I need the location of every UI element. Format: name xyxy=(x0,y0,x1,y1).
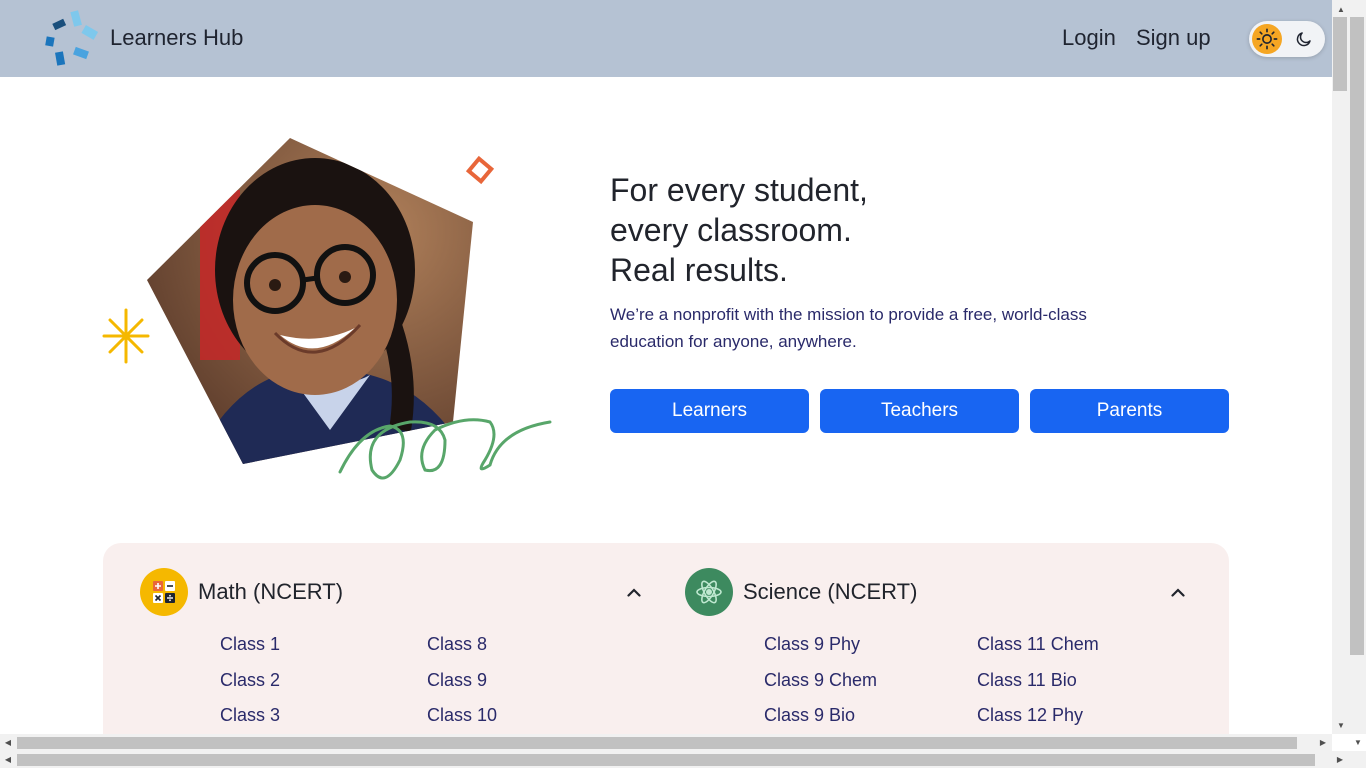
star-decoration xyxy=(102,308,150,364)
subject-title-science: Science (NCERT) xyxy=(743,579,918,604)
vertical-scrollbar-thumb[interactable] xyxy=(1350,17,1364,655)
class-link[interactable]: Class 2 xyxy=(220,670,280,691)
scroll-left-arrow-icon[interactable]: ◀ xyxy=(0,734,16,750)
class-link[interactable]: Class 3 xyxy=(220,705,280,726)
hero-title-line: every classroom. xyxy=(610,212,852,248)
student-photo xyxy=(147,138,473,464)
scroll-left-arrow-icon[interactable]: ◀ xyxy=(0,751,16,767)
moon-icon[interactable] xyxy=(1294,29,1314,49)
teachers-button[interactable]: Teachers xyxy=(820,389,1019,433)
atom-icon xyxy=(685,568,733,616)
class-link[interactable]: Class 9 Chem xyxy=(764,670,877,691)
calculator-icon xyxy=(140,568,188,616)
class-link[interactable]: Class 9 Phy xyxy=(764,634,860,655)
hero-title-line: Real results. xyxy=(610,252,788,288)
scroll-down-arrow-icon[interactable]: ▼ xyxy=(1350,734,1366,750)
site-header: Learners Hub Login Sign up xyxy=(0,0,1332,77)
class-link[interactable]: Class 1 xyxy=(220,634,280,655)
class-link[interactable]: Class 12 Phy xyxy=(977,705,1083,726)
subject-header-science[interactable]: Science (NCERT) xyxy=(685,568,917,616)
login-link[interactable]: Login xyxy=(1062,25,1116,51)
class-link[interactable]: Class 11 Bio xyxy=(977,670,1077,691)
vertical-scrollbar-thumb[interactable] xyxy=(1333,17,1347,91)
theme-toggle[interactable] xyxy=(1249,21,1325,57)
class-link[interactable]: Class 9 xyxy=(427,670,487,691)
hero-subtitle: We’re a nonprofit with the mission to pr… xyxy=(610,305,1087,351)
hero-title: For every student, every classroom. Real… xyxy=(610,170,1210,290)
class-link[interactable]: Class 8 xyxy=(427,634,487,655)
sun-icon[interactable] xyxy=(1252,24,1282,54)
horizontal-scrollbar-thumb[interactable] xyxy=(17,737,1297,749)
scroll-right-arrow-icon[interactable]: ▶ xyxy=(1315,734,1331,750)
parents-button[interactable]: Parents xyxy=(1030,389,1229,433)
subjects-panel: Math (NCERT) Class 1 Class 2 Class 3 Cla… xyxy=(103,543,1229,734)
class-link[interactable]: Class 11 Chem xyxy=(977,634,1099,655)
subject-header-math[interactable]: Math (NCERT) xyxy=(140,568,343,616)
learners-button[interactable]: Learners xyxy=(610,389,809,433)
hero-title-line: For every student, xyxy=(610,172,868,208)
page-viewport: Learners Hub Login Sign up For every stu… xyxy=(0,0,1332,734)
signup-link[interactable]: Sign up xyxy=(1136,25,1211,51)
class-link[interactable]: Class 10 xyxy=(427,705,497,726)
learners-hub-logo-icon[interactable] xyxy=(42,10,102,68)
scroll-right-arrow-icon[interactable]: ▶ xyxy=(1332,751,1348,767)
hero-illustration xyxy=(102,138,552,480)
scroll-down-arrow-icon[interactable]: ▼ xyxy=(1333,717,1349,733)
chevron-up-icon[interactable] xyxy=(625,583,643,601)
diamond-decoration xyxy=(465,155,495,185)
scroll-up-arrow-icon[interactable]: ▲ xyxy=(1333,1,1349,17)
chevron-up-icon[interactable] xyxy=(1169,583,1187,601)
brand-name[interactable]: Learners Hub xyxy=(110,25,243,51)
class-link[interactable]: Class 9 Bio xyxy=(764,705,855,726)
horizontal-scrollbar-thumb[interactable] xyxy=(17,754,1315,766)
subject-title-math: Math (NCERT) xyxy=(198,579,344,604)
